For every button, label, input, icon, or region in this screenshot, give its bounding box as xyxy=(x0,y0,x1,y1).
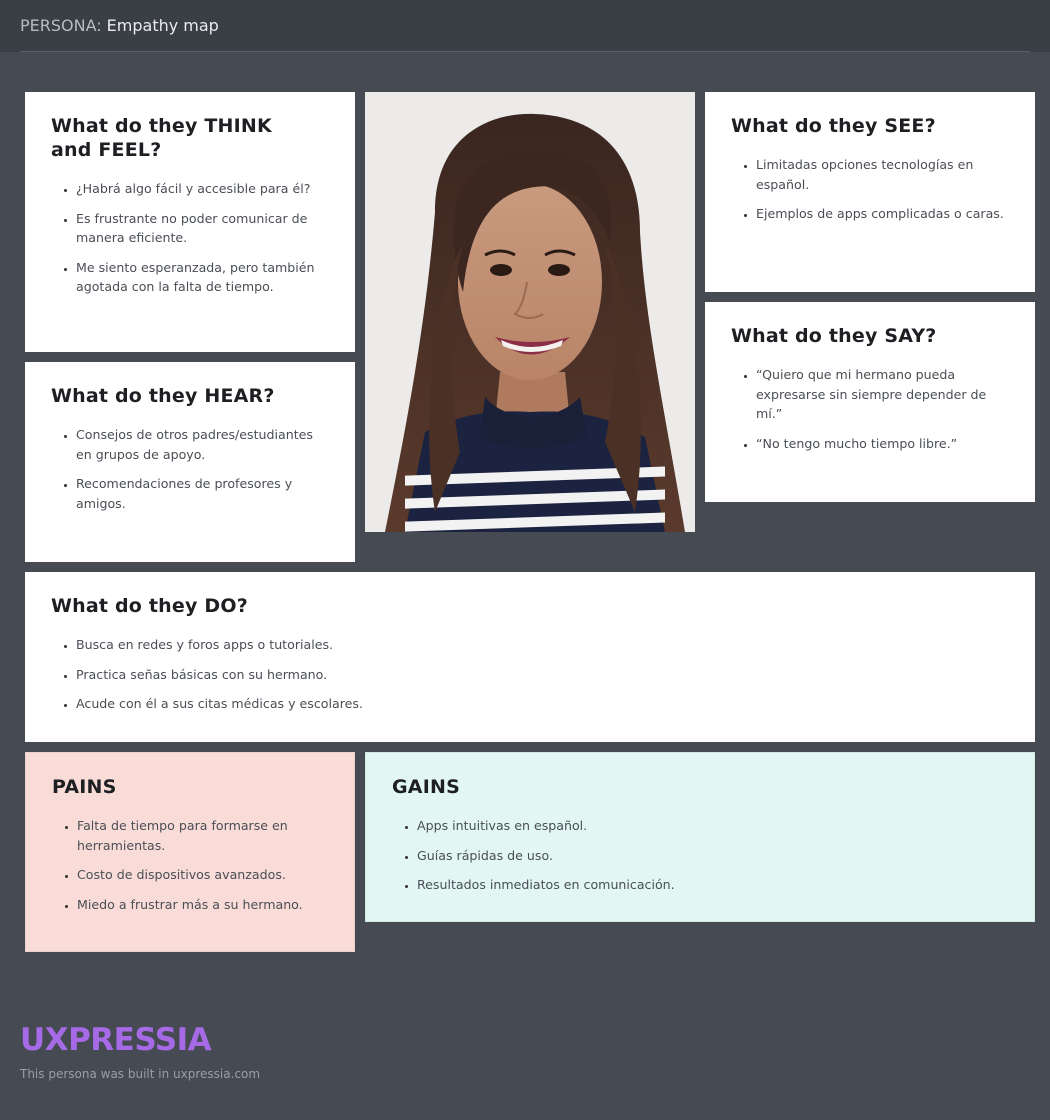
list-item: Miedo a frustrar más a su hermano. xyxy=(77,895,328,915)
top-bar: PERSONA: Empathy map xyxy=(0,0,1050,52)
list-item: Recomendaciones de profesores y amigos. xyxy=(76,474,329,513)
uxpressia-logo[interactable]: UXPRESSIA xyxy=(20,1022,212,1058)
list-item: Practica señas básicas con su hermano. xyxy=(76,665,1009,685)
list-item: Resultados inmediatos en comunicación. xyxy=(417,875,1008,895)
list-item: ¿Habrá algo fácil y accesible para él? xyxy=(76,179,329,199)
list-item: “No tengo mucho tiempo libre.” xyxy=(756,434,1009,454)
gains-card: GAINS Apps intuitivas en español. Guías … xyxy=(365,752,1035,922)
say-card: What do they SAY? “Quiero que mi hermano… xyxy=(705,302,1035,502)
persona-photo xyxy=(365,92,695,532)
pains-heading: PAINS xyxy=(52,776,117,798)
think-feel-list: ¿Habrá algo fácil y accesible para él? E… xyxy=(51,179,329,297)
pains-list: Falta de tiempo para formarse en herrami… xyxy=(52,816,328,914)
list-item: Costo de dispositivos avanzados. xyxy=(77,865,328,885)
see-list: Limitadas opciones tecnologías en españo… xyxy=(731,155,1009,224)
persona-portrait-image xyxy=(365,92,695,532)
do-heading: What do they DO? xyxy=(51,595,248,617)
list-item: “Quiero que mi hermano pueda expresarse … xyxy=(756,365,1009,424)
persona-label: PERSONA: xyxy=(20,16,102,35)
page-title: Empathy map xyxy=(106,16,219,35)
think-feel-card: What do they THINK and FEEL? ¿Habrá algo… xyxy=(25,92,355,352)
list-item: Es frustrante no poder comunicar de mane… xyxy=(76,209,329,248)
list-item: Falta de tiempo para formarse en herrami… xyxy=(77,816,328,855)
say-heading: What do they SAY? xyxy=(731,325,937,347)
list-item: Busca en redes y foros apps o tutoriales… xyxy=(76,635,1009,655)
footer-note: This persona was built in uxpressia.com xyxy=(20,1067,261,1081)
gains-list: Apps intuitivas en español. Guías rápida… xyxy=(392,816,1008,895)
see-card: What do they SEE? Limitadas opciones tec… xyxy=(705,92,1035,292)
list-item: Acude con él a sus citas médicas y escol… xyxy=(76,694,1009,714)
hear-list: Consejos de otros padres/estudiantes en … xyxy=(51,425,329,513)
see-heading: What do they SEE? xyxy=(731,115,936,137)
list-item: Ejemplos de apps complicadas o caras. xyxy=(756,204,1009,224)
list-item: Consejos de otros padres/estudiantes en … xyxy=(76,425,329,464)
do-list: Busca en redes y foros apps o tutoriales… xyxy=(51,635,1009,714)
pains-card: PAINS Falta de tiempo para formarse en h… xyxy=(25,752,355,952)
list-item: Me siento esperanzada, pero también agot… xyxy=(76,258,329,297)
list-item: Limitadas opciones tecnologías en españo… xyxy=(756,155,1009,194)
list-item: Guías rápidas de uso. xyxy=(417,846,1008,866)
do-card: What do they DO? Busca en redes y foros … xyxy=(25,572,1035,742)
think-feel-heading: What do they THINK and FEEL? xyxy=(51,115,272,161)
gains-heading: GAINS xyxy=(392,776,460,798)
hear-card: What do they HEAR? Consejos de otros pad… xyxy=(25,362,355,562)
list-item: Apps intuitivas en español. xyxy=(417,816,1008,836)
hear-heading: What do they HEAR? xyxy=(51,385,275,407)
page-header: PERSONA: Empathy map xyxy=(20,0,1030,52)
say-list: “Quiero que mi hermano pueda expresarse … xyxy=(731,365,1009,453)
